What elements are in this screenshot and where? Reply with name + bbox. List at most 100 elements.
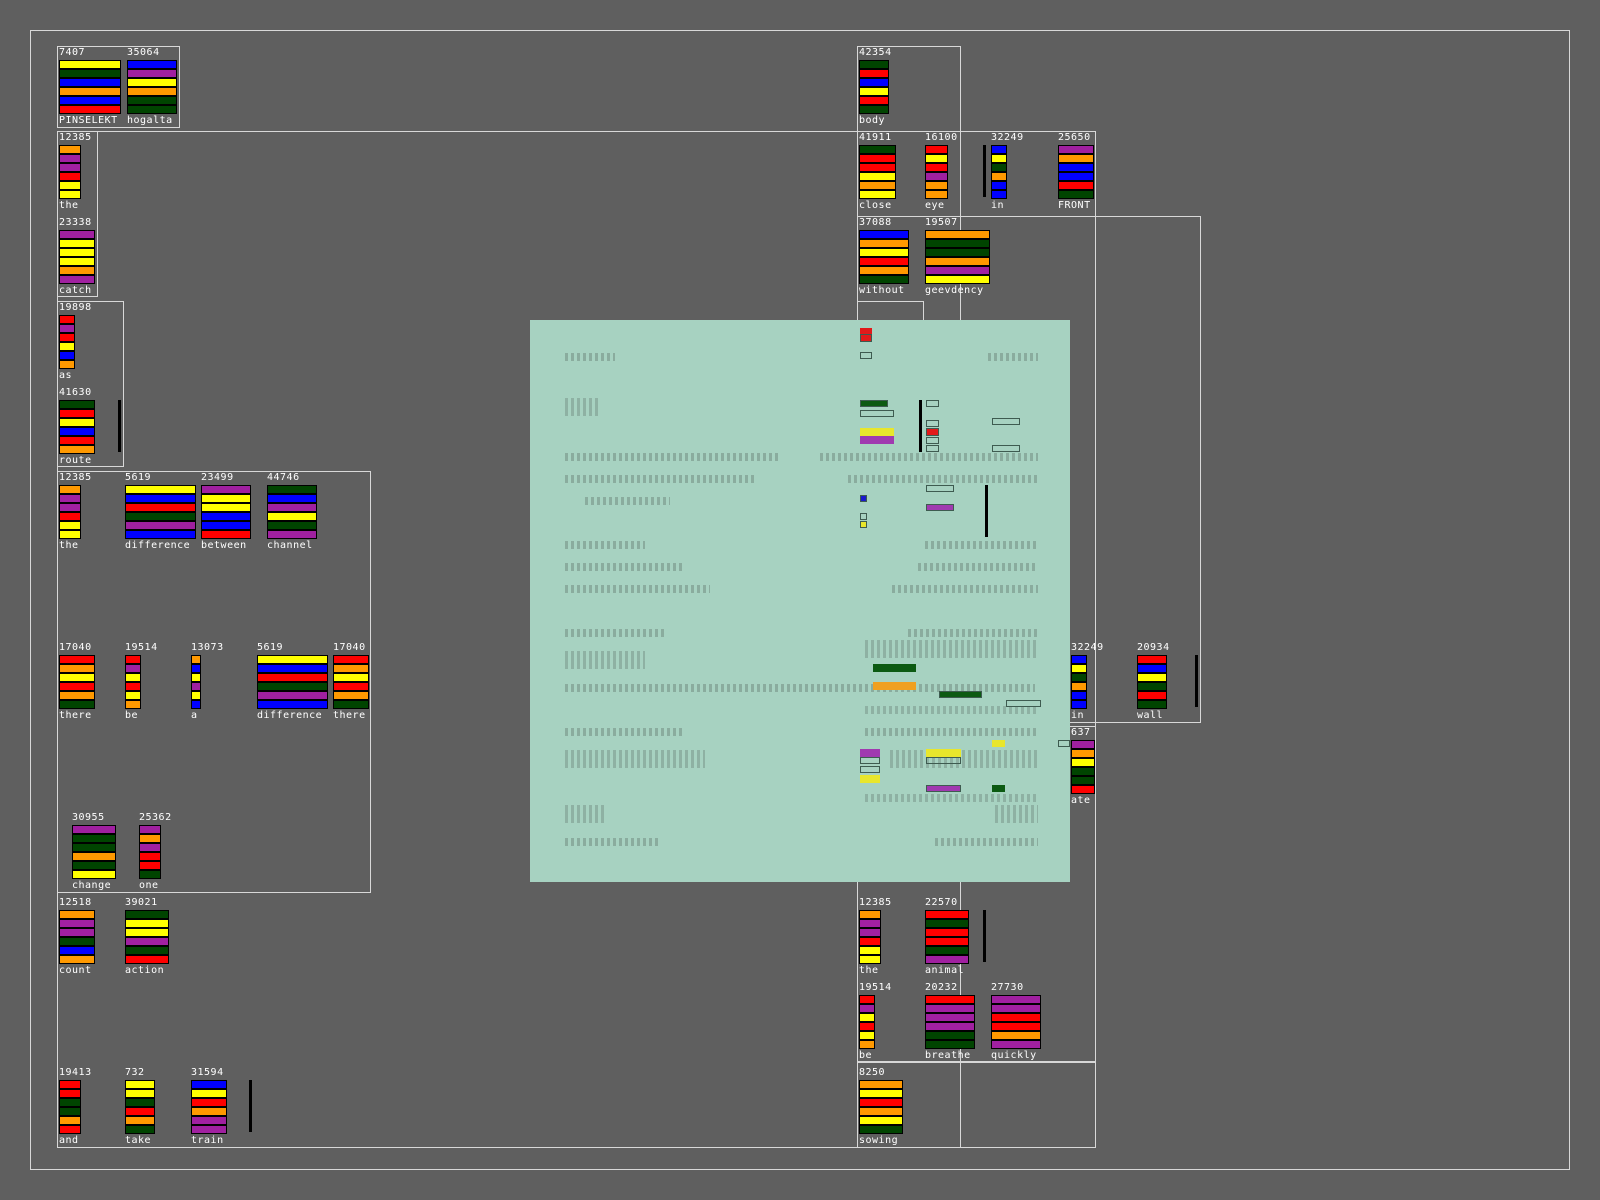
- overlay-bar: [860, 495, 867, 502]
- color-bar: [139, 843, 161, 852]
- overlay-bar: [926, 757, 961, 764]
- word-label: a: [191, 710, 198, 721]
- color-bar: [859, 257, 909, 266]
- color-bar: [59, 1107, 81, 1116]
- color-bar: [859, 248, 909, 257]
- color-bar: [125, 682, 141, 691]
- color-bar: [125, 919, 169, 928]
- color-bar: [125, 700, 141, 709]
- color-bar: [59, 919, 95, 928]
- word-count: 17040: [59, 642, 92, 653]
- color-bar: [859, 154, 896, 163]
- faint-text: [565, 563, 685, 571]
- word-glyph: 32249 in: [991, 133, 1023, 215]
- color-bar: [267, 530, 317, 539]
- color-bar: [859, 105, 889, 114]
- color-bar: [139, 825, 161, 834]
- word-glyph: 7407 PINSELEKT: [59, 48, 121, 130]
- color-bar: [257, 682, 328, 691]
- color-bar: [127, 60, 177, 69]
- word-label: between: [201, 540, 247, 551]
- color-bar: [125, 530, 196, 539]
- color-bar: [59, 351, 75, 360]
- color-bar: [991, 1004, 1041, 1013]
- color-bar: [59, 682, 95, 691]
- separator-mark: [983, 910, 986, 962]
- color-bar: [925, 919, 969, 928]
- color-bar: [59, 521, 81, 530]
- color-bar: [257, 655, 328, 664]
- word-glyph: 12385 the: [59, 473, 91, 555]
- color-bar: [859, 163, 896, 172]
- color-bar: [59, 937, 95, 946]
- color-bar: [991, 154, 1007, 163]
- color-bar: [991, 995, 1041, 1004]
- word-glyph: 35064 hogalta: [127, 48, 177, 130]
- color-bar: [191, 691, 201, 700]
- color-bar: [257, 664, 328, 673]
- color-bar: [991, 1013, 1041, 1022]
- color-bar: [1071, 758, 1095, 767]
- color-bar: [201, 485, 251, 494]
- color-bar: [59, 315, 75, 324]
- word-count: 42354: [859, 47, 892, 58]
- color-bar: [859, 1080, 903, 1089]
- color-bar: [125, 910, 169, 919]
- color-bar: [127, 69, 177, 78]
- word-glyph: 20934 wall: [1137, 643, 1169, 725]
- color-bar: [1071, 740, 1095, 749]
- faint-text: [865, 640, 1038, 658]
- overlay-separator: [919, 400, 922, 452]
- color-bar: [59, 400, 95, 409]
- color-bar: [1058, 163, 1094, 172]
- color-bar: [59, 239, 95, 248]
- color-bar: [859, 1089, 903, 1098]
- color-bar: [59, 530, 81, 539]
- overlay-bar: [860, 757, 880, 764]
- word-glyph: 17040 there: [333, 643, 369, 725]
- color-bar: [125, 1080, 155, 1089]
- word-count: 25362: [139, 812, 172, 823]
- color-bar: [859, 1013, 875, 1022]
- overlay-bar: [860, 410, 894, 417]
- word-count: 32249: [1071, 642, 1104, 653]
- overlay-bar: [926, 504, 954, 511]
- color-bar: [859, 145, 896, 154]
- overlay-bar: [992, 785, 1005, 792]
- color-bar: [1137, 682, 1167, 691]
- word-count: 23499: [201, 472, 234, 483]
- word-label: one: [139, 880, 159, 891]
- color-bar: [59, 190, 81, 199]
- color-bar: [59, 163, 81, 172]
- separator-mark: [1195, 655, 1198, 707]
- color-bar: [59, 333, 75, 342]
- color-bar: [59, 655, 95, 664]
- word-label: FRONT: [1058, 200, 1091, 211]
- word-glyph: 30955 change: [72, 813, 116, 895]
- color-bar: [59, 96, 121, 105]
- word-count: 7407: [59, 47, 86, 58]
- color-bar: [59, 700, 95, 709]
- color-bar: [59, 324, 75, 333]
- color-bar: [859, 60, 889, 69]
- color-bar: [139, 852, 161, 861]
- color-bar: [59, 928, 95, 937]
- word-glyph: 23499 between: [201, 473, 251, 555]
- overlay-panel: [530, 320, 1070, 882]
- color-bar: [1071, 776, 1095, 785]
- color-bar: [139, 834, 161, 843]
- overlay-bar: [992, 418, 1020, 425]
- overlay-bar: [860, 513, 867, 520]
- color-bar: [925, 257, 990, 266]
- color-bar: [125, 521, 196, 530]
- word-count: 19507: [925, 217, 958, 228]
- overlay-bar: [926, 445, 939, 452]
- word-label: catch: [59, 285, 92, 296]
- color-bar: [991, 1022, 1041, 1031]
- word-count: 16100: [925, 132, 958, 143]
- faint-text: [585, 497, 670, 505]
- overlay-bar: [860, 352, 872, 359]
- color-bar: [59, 946, 95, 955]
- color-bar: [191, 1125, 227, 1134]
- overlay-bar: [926, 428, 939, 436]
